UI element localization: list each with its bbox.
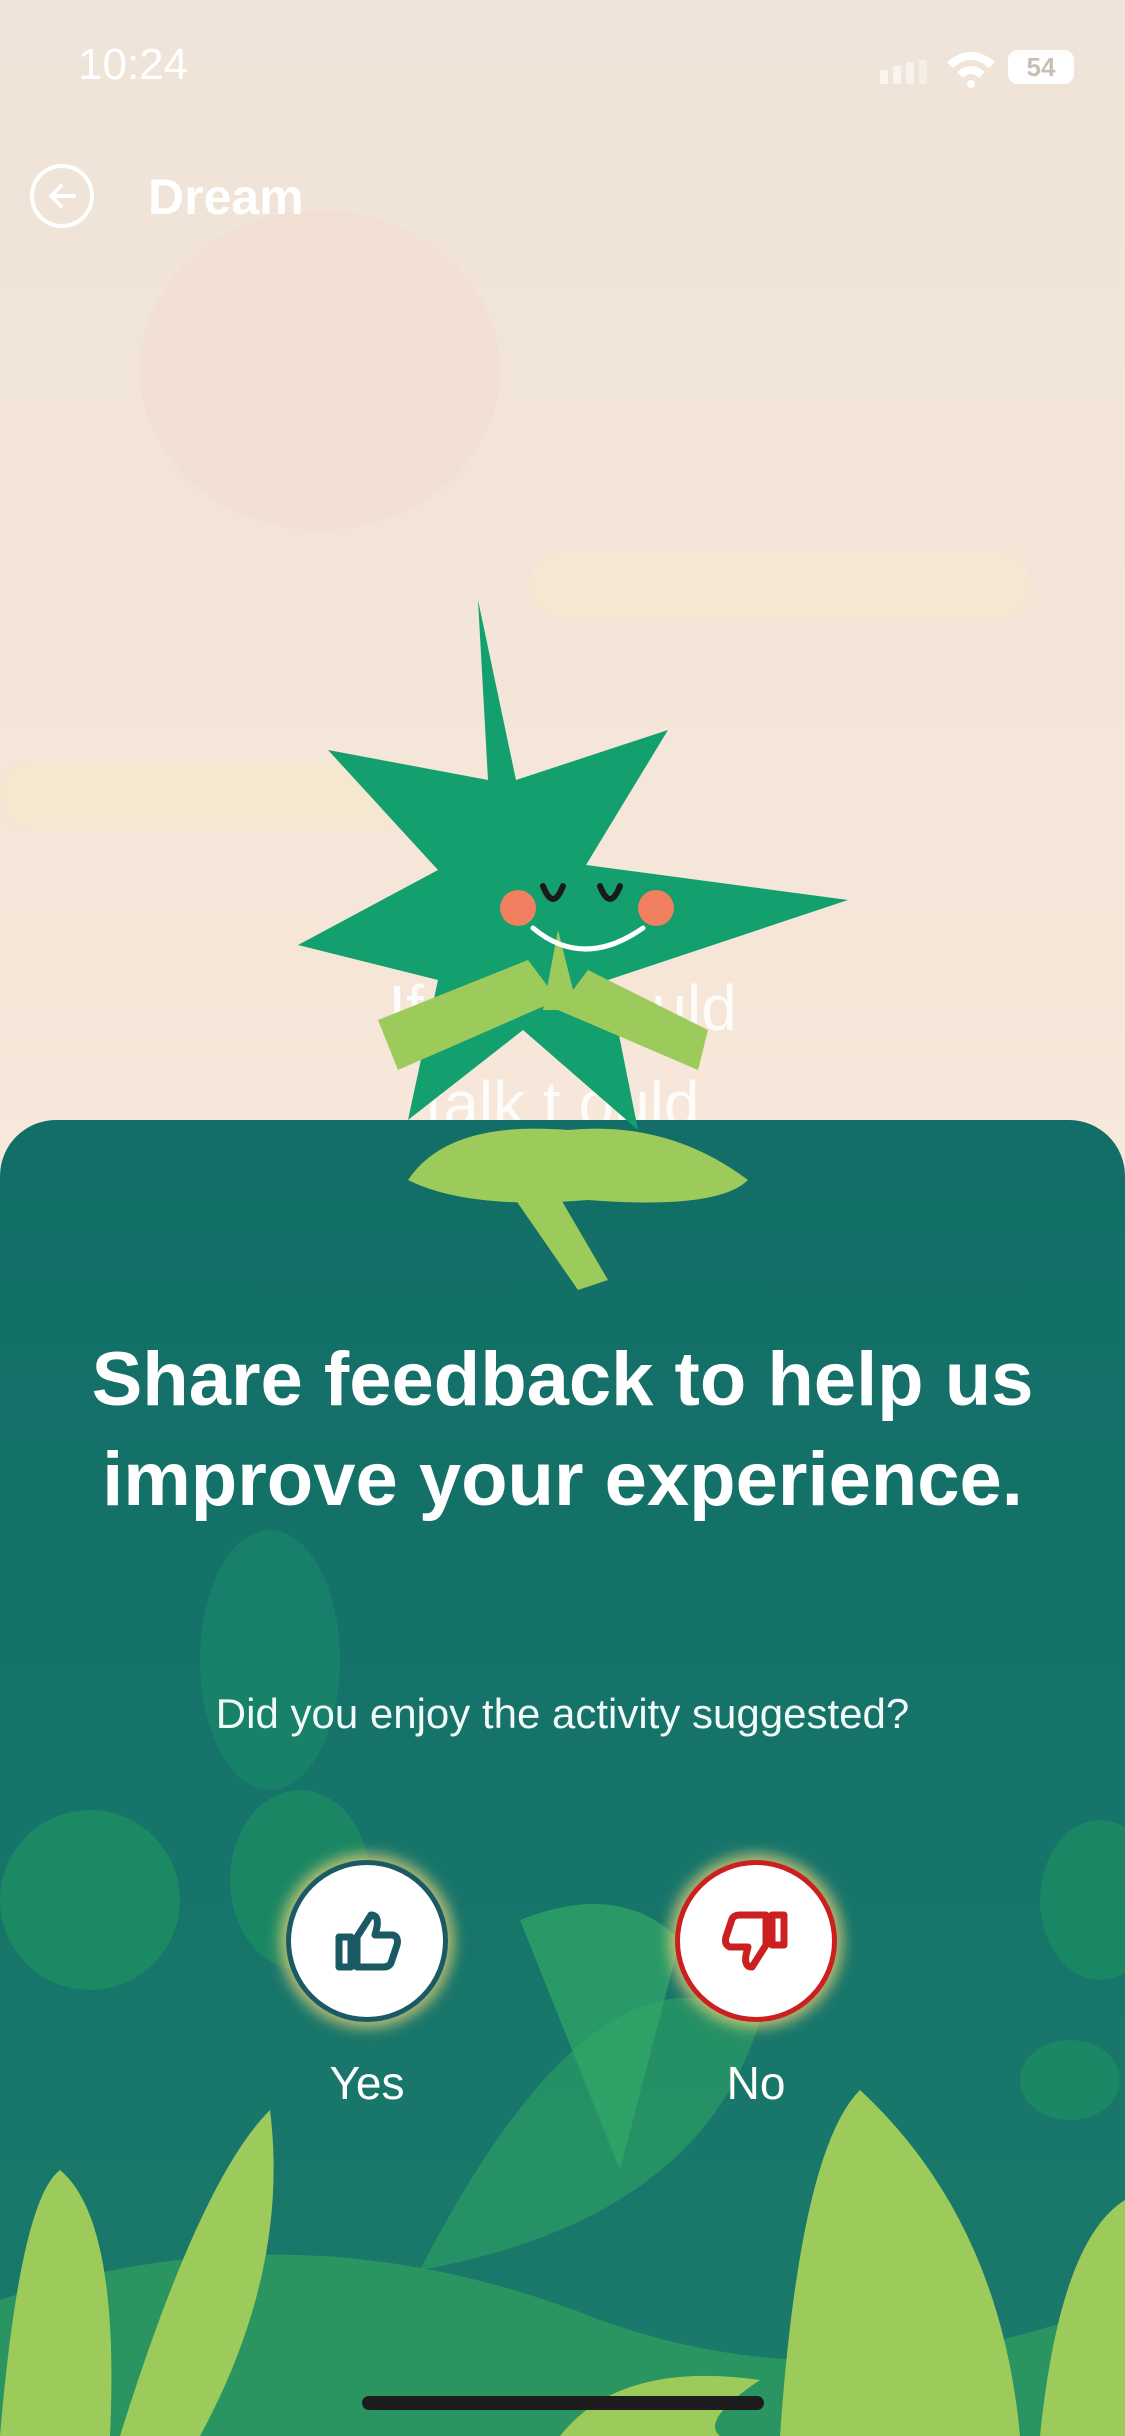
foliage-decoration bbox=[0, 1530, 1125, 2436]
feedback-headline: Share feedback to help us improve your e… bbox=[91, 1337, 1034, 1522]
home-indicator bbox=[362, 2396, 764, 2410]
sun-decoration bbox=[140, 210, 500, 530]
feedback-question: Did you enjoy the activity suggested? bbox=[215, 1690, 910, 1737]
yes-label: Yes bbox=[329, 2057, 405, 2109]
no-label: No bbox=[726, 2057, 786, 2109]
status-time: 10:24 bbox=[78, 40, 189, 89]
wifi-icon bbox=[947, 52, 995, 88]
no-button[interactable] bbox=[675, 1860, 837, 2022]
thumbs-up-icon bbox=[335, 1911, 401, 1971]
header: Dream bbox=[0, 150, 1125, 250]
signal-icon bbox=[880, 60, 927, 84]
status-bar: 10:24 54 bbox=[0, 0, 1125, 140]
mascot-illustration bbox=[298, 600, 848, 1290]
battery-icon: 54 bbox=[1008, 50, 1074, 84]
feedback-sheet: Share feedback to help us improve your e… bbox=[0, 1120, 1125, 2436]
yes-button[interactable] bbox=[286, 1860, 448, 2022]
back-button[interactable] bbox=[30, 164, 94, 228]
thumbs-down-icon bbox=[722, 1911, 788, 1971]
page-title: Dream bbox=[148, 169, 304, 225]
back-arrow-icon bbox=[49, 184, 76, 208]
